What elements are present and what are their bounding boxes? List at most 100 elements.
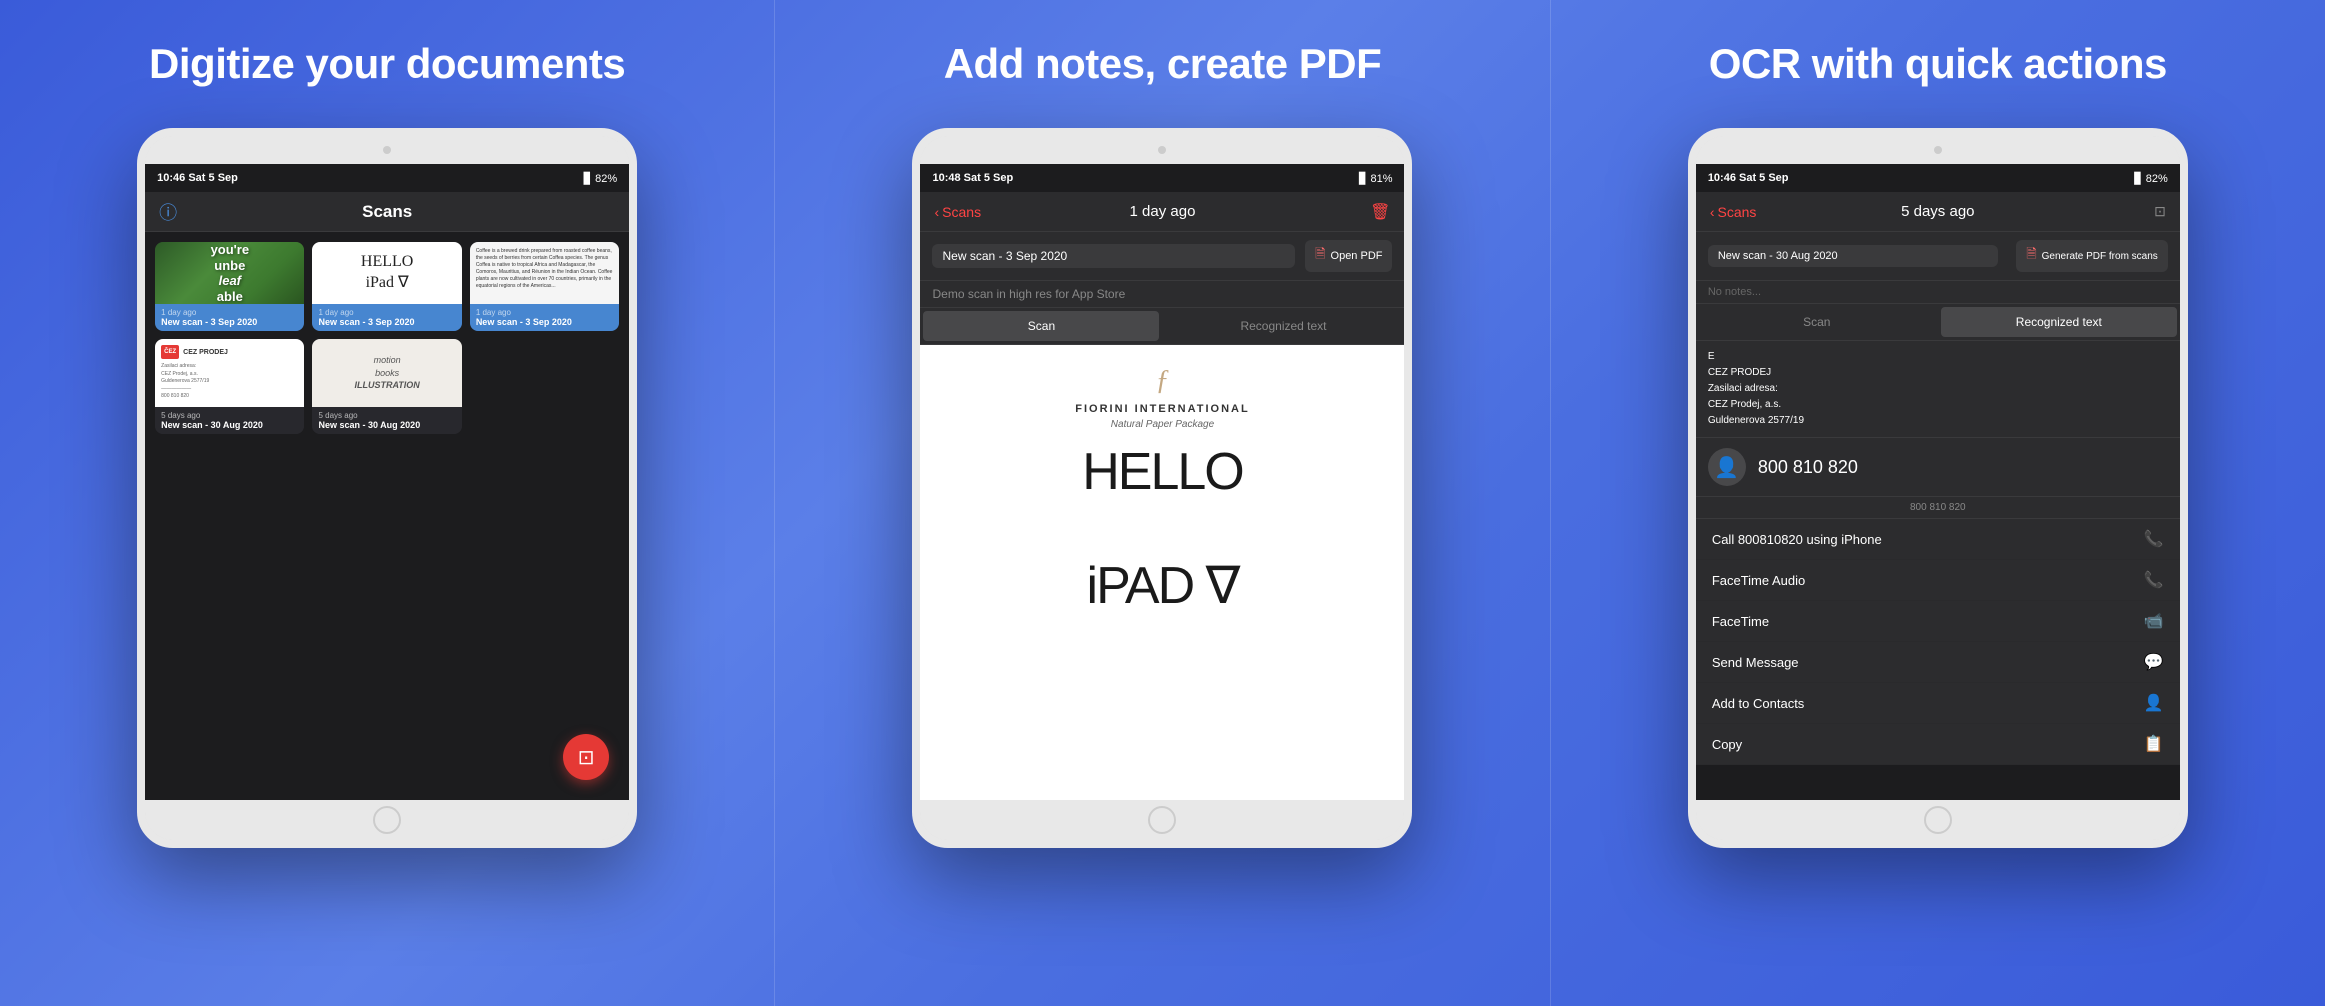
ocr-line-5: Guldenerova 2577/19 xyxy=(1708,413,2168,429)
person-icon: 👤 xyxy=(1714,455,1739,480)
action-item-call[interactable]: Call 800810820 using iPhone 📞 xyxy=(1696,519,2180,560)
app-container: Digitize your documents 10:46 Sat 5 Sep … xyxy=(0,0,2325,1006)
scan-title-leaf: New scan - 3 Sep 2020 xyxy=(161,317,298,327)
battery-2: ▊ 81% xyxy=(1359,172,1393,185)
ipad-top-bar-2 xyxy=(920,136,1404,164)
contact-number[interactable]: 800 810 820 xyxy=(1758,457,1858,478)
phone-icon-facetime-audio: 📞 xyxy=(2144,570,2164,590)
section2-title: Add notes, create PDF xyxy=(944,40,1382,88)
status-time-2: 10:48 Sat 5 Sep xyxy=(932,172,1013,184)
fiorini-logo: ƒ xyxy=(1155,365,1169,397)
ipad-screen-3: 10:46 Sat 5 Sep ▊ 82% ‹ Scans 5 days ago… xyxy=(1696,164,2180,800)
ocr-line-2: CEZ PRODEJ xyxy=(1708,365,2168,381)
cez-logo: ČEZ xyxy=(161,345,179,359)
scans-row-2: ČEZ CEZ PRODEJ Zasilaci adresa: CEZ Prod… xyxy=(155,339,619,434)
open-pdf-label: Open PDF xyxy=(1331,250,1383,262)
hello-ipad-main-text: HELLOiPAD ∇ xyxy=(1082,444,1243,616)
status-bar-2: 10:48 Sat 5 Sep ▊ 81% xyxy=(920,164,1404,192)
nav-right-icon-3: ⊡ xyxy=(2154,203,2166,220)
scan-img-cez: ČEZ CEZ PRODEJ Zasilaci adresa: CEZ Prod… xyxy=(155,339,304,407)
fab-scan-button[interactable]: ⊡ xyxy=(563,734,609,780)
status-right-1: ▊ 82% xyxy=(584,172,618,185)
action-item-contacts[interactable]: Add to Contacts 👤 xyxy=(1696,683,2180,724)
home-button-3[interactable] xyxy=(1924,806,1952,834)
ocr-line-4: CEZ Prodej, a.s. xyxy=(1708,397,2168,413)
nav-bar-1: ⓘ Scans xyxy=(145,192,629,232)
tab-recognized-2[interactable]: Recognized text xyxy=(1165,311,1401,341)
nav-center-2: 1 day ago xyxy=(1130,203,1196,220)
scan-tabs-2: Scan Recognized text xyxy=(920,308,1404,345)
open-pdf-btn[interactable]: 🗎 Open PDF xyxy=(1305,240,1392,272)
text-thumbnail: Coffee is a brewed drink prepared from r… xyxy=(470,242,619,304)
scan-footer-hello: 1 day ago New scan - 3 Sep 2020 xyxy=(312,304,461,331)
scans-row-1: you'reunbeleafable 1 day ago New scan - … xyxy=(155,242,619,331)
scan-tabs-3: Scan Recognized text xyxy=(1696,304,2180,341)
action-contacts-label: Add to Contacts xyxy=(1712,696,1805,711)
tab-recognized-3[interactable]: Recognized text xyxy=(1941,307,2177,337)
action-item-message[interactable]: Send Message 💬 xyxy=(1696,642,2180,683)
home-button-2[interactable] xyxy=(1148,806,1176,834)
nav-title-1: Scans xyxy=(362,202,412,222)
gen-pdf-btn[interactable]: 🗎 Generate PDF from scans xyxy=(2016,240,2168,272)
back-button-3[interactable]: ‹ Scans xyxy=(1710,204,1757,220)
scan-time-cez: 5 days ago xyxy=(161,411,298,420)
tab-scan-2[interactable]: Scan xyxy=(923,311,1159,341)
section-ocr: OCR with quick actions 10:46 Sat 5 Sep ▊… xyxy=(1551,0,2325,1006)
hello-thumbnail: HELLOiPad ∇ xyxy=(312,242,461,304)
info-icon-1[interactable]: ⓘ xyxy=(159,199,177,225)
doc-notes-3[interactable]: No notes... xyxy=(1696,281,2180,304)
doc-title-2[interactable]: New scan - 3 Sep 2020 xyxy=(932,244,1295,268)
action-item-facetime-audio[interactable]: FaceTime Audio 📞 xyxy=(1696,560,2180,601)
scan-title-cez: New scan - 30 Aug 2020 xyxy=(161,420,298,430)
ipad-camera-2 xyxy=(1158,146,1166,154)
home-button-1[interactable] xyxy=(373,806,401,834)
fiorini-subtitle: Natural Paper Package xyxy=(1111,419,1214,430)
scan-time-text: 1 day ago xyxy=(476,308,613,317)
back-label-2: Scans xyxy=(942,204,981,220)
contact-avatar: 👤 xyxy=(1708,448,1746,486)
action-facetime-audio-label: FaceTime Audio xyxy=(1712,573,1805,588)
scan-card-cez[interactable]: ČEZ CEZ PRODEJ Zasilaci adresa: CEZ Prod… xyxy=(155,339,304,434)
pdf-icon: 🗎 xyxy=(1315,245,1325,267)
scan-card-illus[interactable]: motionbooksILLUSTRATION 5 days ago New s… xyxy=(312,339,461,434)
gen-pdf-label: Generate PDF from scans xyxy=(2042,251,2158,262)
contact-row: 👤 800 810 820 xyxy=(1696,438,2180,497)
status-bar-3: 10:46 Sat 5 Sep ▊ 82% xyxy=(1696,164,2180,192)
status-time-1: 10:46 Sat 5 Sep xyxy=(157,172,238,184)
action-phone-label: 800 810 820 xyxy=(1696,497,2180,519)
status-time-3: 10:46 Sat 5 Sep xyxy=(1708,172,1789,184)
tab-scan-3[interactable]: Scan xyxy=(1699,307,1935,337)
cez-thumbnail: ČEZ CEZ PRODEJ Zasilaci adresa: CEZ Prod… xyxy=(155,339,304,407)
ipad-mockup-3: 10:46 Sat 5 Sep ▊ 82% ‹ Scans 5 days ago… xyxy=(1688,128,2188,848)
trash-button-2[interactable]: 🗑 xyxy=(1370,202,1390,222)
section1-title: Digitize your documents xyxy=(149,40,625,88)
video-icon-facetime: 📹 xyxy=(2144,611,2164,631)
action-item-facetime[interactable]: FaceTime 📹 xyxy=(1696,601,2180,642)
battery-3: ▊ 82% xyxy=(2134,172,2168,185)
scan-icon: ⊡ xyxy=(578,745,595,770)
doc-title-3[interactable]: New scan - 30 Aug 2020 xyxy=(1708,245,1998,267)
back-button-2[interactable]: ‹ Scans xyxy=(934,204,981,220)
back-label-3: Scans xyxy=(1717,204,1756,220)
scan-img-text: Coffee is a brewed drink prepared from r… xyxy=(470,242,619,304)
scan-card-hello[interactable]: HELLOiPad ∇ 1 day ago New scan - 3 Sep 2… xyxy=(312,242,461,331)
action-call-label: Call 800810820 using iPhone xyxy=(1712,532,1882,547)
scan-footer-text: 1 day ago New scan - 3 Sep 2020 xyxy=(470,304,619,331)
cez-name: CEZ PRODEJ xyxy=(183,349,228,356)
status-right-2: ▊ 81% xyxy=(1359,172,1393,185)
status-right-3: ▊ 82% xyxy=(2134,172,2168,185)
ipad-bottom-1 xyxy=(145,800,629,840)
section3-title: OCR with quick actions xyxy=(1709,40,2167,88)
scan-img-leaf: you'reunbeleafable xyxy=(155,242,304,304)
cez-text: Zasilaci adresa: CEZ Prodej, a.s. Gulden… xyxy=(161,363,298,401)
action-item-copy[interactable]: Copy 📋 xyxy=(1696,724,2180,765)
nav-center-3: 5 days ago xyxy=(1901,203,1974,220)
ipad-screen-2: 10:48 Sat 5 Sep ▊ 81% ‹ Scans 1 day ago … xyxy=(920,164,1404,800)
doc-notes-2[interactable]: Demo scan in high res for App Store xyxy=(920,281,1404,308)
scan-card-leaf[interactable]: you'reunbeleafable 1 day ago New scan - … xyxy=(155,242,304,331)
action-message-label: Send Message xyxy=(1712,655,1799,670)
section-pdf: Add notes, create PDF 10:48 Sat 5 Sep ▊ … xyxy=(775,0,1550,1006)
scan-card-text[interactable]: Coffee is a brewed drink prepared from r… xyxy=(470,242,619,331)
ipad-camera-3 xyxy=(1934,146,1942,154)
nav-bar-3: ‹ Scans 5 days ago ⊡ xyxy=(1696,192,2180,232)
